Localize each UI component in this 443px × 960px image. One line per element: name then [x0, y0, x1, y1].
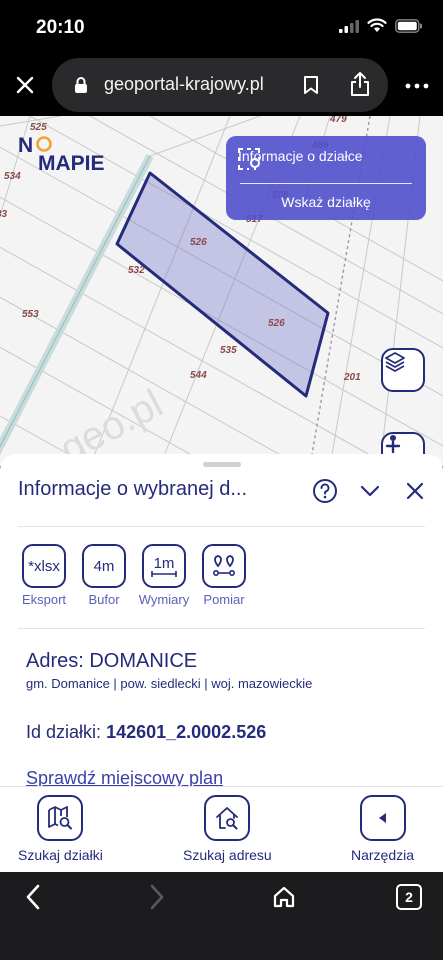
parcel-label: 535 — [220, 345, 237, 356]
svg-text:MAPIE: MAPIE — [38, 152, 105, 174]
buffer-icon: 4m — [93, 557, 115, 575]
nav-tools[interactable]: Narzędzia — [351, 795, 414, 863]
more-options-button[interactable] — [402, 74, 432, 98]
show-parcel-button[interactable]: Wskaż działkę — [226, 194, 426, 210]
dimensions-icon: 1m — [153, 554, 175, 572]
lock-icon — [75, 77, 87, 93]
parcel-label: 33 — [0, 209, 8, 220]
home-button[interactable] — [268, 882, 300, 912]
parcel-label: 532 — [128, 265, 145, 276]
tool-label: Eksport — [21, 592, 67, 607]
buffer-button[interactable]: 4m — [82, 544, 126, 588]
share-button[interactable] — [346, 70, 374, 98]
layers-button[interactable] — [381, 348, 425, 392]
tools-button[interactable] — [359, 795, 406, 841]
browser-toolbar: 2 — [0, 872, 443, 960]
tool-label: Bufor — [88, 592, 120, 607]
status-time: 20:10 — [36, 17, 85, 38]
help-icon — [313, 479, 337, 503]
more-dots-icon — [405, 83, 429, 89]
map-view[interactable]: geo.pl 525 534 33 486 479 508 517 526 53… — [0, 116, 443, 466]
wifi-icon — [367, 18, 387, 32]
tab-count: 2 — [405, 889, 413, 905]
search-parcel-button[interactable] — [37, 795, 84, 841]
local-plan-link[interactable]: Sprawdź miejscowy plan — [26, 768, 223, 786]
measure-button[interactable] — [202, 544, 246, 588]
parcel-label: 479 — [329, 116, 347, 125]
close-tab-button[interactable] — [12, 72, 38, 98]
parcel-id-value: 142601_2.0002.526 — [106, 722, 267, 742]
parcel-label: 526 — [190, 237, 207, 248]
parcel-label: 553 — [22, 309, 39, 320]
forward-button[interactable] — [142, 882, 172, 912]
address-subtitle: gm. Domanice | pow. siedlecki | woj. maz… — [26, 676, 313, 691]
info-divider — [240, 183, 412, 184]
parcel-info-button[interactable]: Informacje o działce — [238, 148, 363, 170]
collapse-sheet-button[interactable] — [358, 480, 382, 507]
signal-icon — [339, 19, 359, 33]
sheet-title: Informacje o wybranej d... — [18, 478, 247, 500]
parcel-label: 544 — [190, 370, 207, 381]
dimensions-button[interactable]: 1m — [142, 544, 186, 588]
export-tool[interactable]: *xlsx Eksport — [18, 544, 70, 607]
tabs-button[interactable]: 2 — [396, 884, 422, 910]
export-xlsx-button[interactable]: *xlsx — [22, 544, 66, 588]
chevron-left-icon — [26, 884, 40, 910]
help-button[interactable] — [312, 478, 338, 509]
caret-left-icon — [378, 813, 386, 823]
nav-label: Narzędzia — [351, 847, 415, 863]
svg-text:N: N — [18, 134, 33, 157]
close-icon — [406, 482, 424, 500]
share-icon — [351, 72, 369, 96]
status-icons — [339, 18, 423, 33]
back-button[interactable] — [18, 882, 48, 912]
parcel-select-icon — [238, 148, 260, 170]
measure-tool[interactable]: Pomiar — [198, 544, 250, 607]
export-xlsx-icon: *xlsx — [28, 557, 60, 575]
nav-label: Szukaj adresu — [183, 847, 272, 863]
sheet-divider — [18, 628, 425, 629]
buffer-tool[interactable]: 4m Bufor — [78, 544, 130, 607]
battery-icon — [395, 18, 422, 33]
parcel-id-label: Id działki: — [26, 722, 102, 742]
close-icon — [16, 76, 34, 94]
status-bar: 20:10 — [0, 0, 443, 56]
close-sheet-button[interactable] — [404, 480, 426, 507]
bookmark-button[interactable] — [298, 72, 324, 98]
sheet-divider — [18, 526, 425, 527]
nav-label: Szukaj działki — [18, 847, 103, 863]
parcel-info-sheet: Informacje o wybranej d... *xlsx Eksport… — [0, 454, 443, 786]
tool-label: Wymiary — [138, 592, 190, 607]
parcel-label: 526 — [268, 318, 285, 329]
nav-search-address[interactable]: Szukaj adresu — [183, 795, 272, 863]
bottom-navigation: Szukaj działki Szukaj adresu Narzędzia — [0, 786, 443, 872]
search-address-button[interactable] — [204, 795, 251, 841]
map-search-icon — [48, 806, 73, 830]
parcel-info-panel: Informacje o działce Wskaż działkę — [226, 136, 426, 220]
dimensions-tool[interactable]: 1m Wymiary — [138, 544, 190, 607]
chevron-down-icon — [360, 485, 380, 497]
url-text: geoportal-krajowy.pl — [104, 74, 264, 94]
chevron-right-icon — [150, 884, 164, 910]
layers-icon — [385, 352, 405, 372]
sheet-drag-handle[interactable] — [203, 462, 241, 467]
home-icon — [273, 886, 295, 908]
home-search-icon — [216, 807, 239, 830]
address-title: Adres: DOMANICE — [26, 650, 198, 672]
bookmark-icon — [304, 76, 318, 94]
ruler-line-icon — [151, 570, 177, 577]
url-field[interactable]: geoportal-krajowy.pl — [52, 58, 388, 112]
parcel-label: 201 — [343, 372, 361, 383]
parcel-id: Id działki: 142601_2.0002.526 — [26, 722, 266, 743]
tool-label: Pomiar — [203, 592, 245, 607]
tools-row: *xlsx Eksport 4m Bufor 1m Wymiary Pomiar — [18, 544, 250, 607]
measure-pins-icon — [212, 555, 235, 576]
nav-search-parcel[interactable]: Szukaj działki — [18, 795, 103, 863]
browser-address-bar: geoportal-krajowy.pl — [0, 56, 443, 116]
